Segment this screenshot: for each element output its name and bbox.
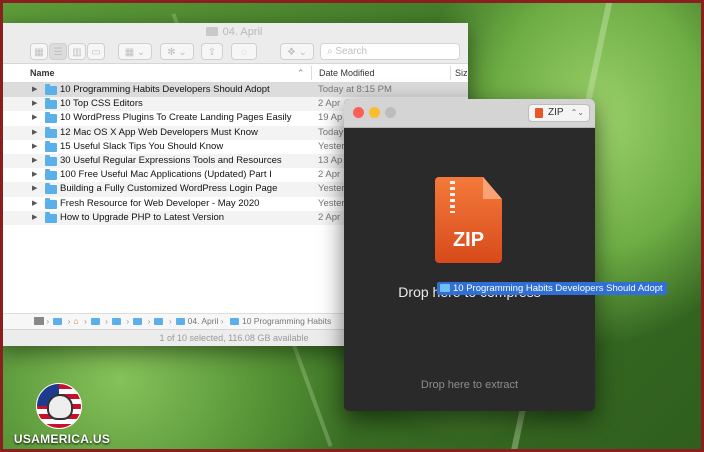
chevron-updown-icon: ⌃⌄ <box>570 108 584 117</box>
icon-view-button[interactable]: ▦ <box>30 43 48 60</box>
list-view-button[interactable]: ☰ <box>49 43 67 60</box>
finder-toolbar: ▦ ☰ ▥ ▭ ▦ ⌄ ✻ ⌄ ⇪ ◌ ❖ ⌄ ⌕ Search <box>0 41 468 64</box>
folder-icon[interactable] <box>154 318 164 325</box>
folder-icon <box>45 154 57 166</box>
folder-icon <box>45 211 57 223</box>
file-row[interactable]: ▶ 10 Programming Habits Developers Should… <box>0 83 468 98</box>
folder-icon <box>45 112 57 124</box>
disclosure-triangle-icon[interactable]: ▶ <box>32 140 37 154</box>
format-label: ZIP <box>548 107 564 118</box>
search-input[interactable]: ⌕ Search <box>320 43 460 60</box>
flag-eagle-icon <box>36 383 82 429</box>
column-divider[interactable] <box>450 66 451 80</box>
watermark-logo: USAMERICA.US <box>12 383 112 449</box>
file-date: Today at 8:15 PM <box>318 84 392 95</box>
file-name: 30 Useful Regular Expressions Tools and … <box>60 154 282 166</box>
file-name: 10 WordPress Plugins To Create Landing P… <box>60 112 292 124</box>
disclosure-triangle-icon[interactable]: ▶ <box>32 97 37 111</box>
folder-icon <box>45 197 57 209</box>
file-date: 2 Apr <box>318 169 341 181</box>
format-select[interactable]: ZIP ⌃⌄ <box>528 104 590 122</box>
folder-icon[interactable] <box>112 318 122 325</box>
disclosure-triangle-icon[interactable]: ▶ <box>32 83 37 97</box>
logo-text: USAMERICA.US <box>13 432 111 446</box>
file-name: Fresh Resource for Web Developer - May 2… <box>60 197 260 209</box>
minimize-button[interactable] <box>369 107 380 118</box>
drop-extract-zone[interactable]: Drop here to extract <box>344 379 595 391</box>
dropbox-button[interactable]: ❖ ⌄ <box>280 43 314 60</box>
folder-icon <box>229 318 239 325</box>
sort-chevron-icon: ⌃ <box>297 68 305 78</box>
zip-file-icon <box>535 108 543 118</box>
file-date: 13 Ap <box>318 154 343 166</box>
file-name: Building a Fully Customized WordPress Lo… <box>60 183 278 195</box>
zoom-button[interactable] <box>385 107 396 118</box>
folder-icon <box>175 318 185 325</box>
share-button[interactable]: ⇪ <box>201 43 223 60</box>
folder-icon <box>45 126 57 138</box>
group-button[interactable]: ▦ ⌄ <box>118 43 152 60</box>
file-date: 2 Apr <box>318 98 341 110</box>
disk-icon[interactable] <box>34 317 44 325</box>
column-view-button[interactable]: ▥ <box>68 43 86 60</box>
archiver-window[interactable]: ZIP ⌃⌄ ZIP Drop here to compress Drop he… <box>344 99 595 411</box>
path-item-current[interactable]: 10 Programming Habits <box>242 316 331 326</box>
file-name: 10 Top CSS Editors <box>60 98 143 110</box>
folder-icon <box>205 27 218 36</box>
folder-icon <box>45 98 57 110</box>
column-divider[interactable] <box>311 66 312 80</box>
folder-icon[interactable] <box>133 318 143 325</box>
disclosure-triangle-icon[interactable]: ▶ <box>32 111 37 125</box>
path-item-april[interactable]: 04. April <box>188 316 219 326</box>
zip-archive-icon: ZIP <box>435 177 502 263</box>
disclosure-triangle-icon[interactable]: ▶ <box>32 211 37 225</box>
disclosure-triangle-icon[interactable]: ▶ <box>32 154 37 168</box>
folder-icon <box>45 84 57 95</box>
dragged-item[interactable]: 10 Programming Habits Developers Should … <box>437 282 667 295</box>
folder-icon <box>45 140 57 152</box>
disclosure-triangle-icon[interactable]: ▶ <box>32 126 37 140</box>
column-name-header[interactable]: Name <box>30 68 55 78</box>
file-name: How to Upgrade PHP to Latest Version <box>60 211 225 223</box>
folder-icon <box>440 284 450 292</box>
file-date: Yester <box>318 197 345 209</box>
zipper-icon <box>450 181 455 213</box>
home-icon[interactable]: ⌂ <box>73 316 78 326</box>
file-name: 100 Free Useful Mac Applications (Update… <box>60 169 272 181</box>
disclosure-triangle-icon[interactable]: ▶ <box>32 197 37 211</box>
gallery-view-button[interactable]: ▭ <box>87 43 105 60</box>
folder-icon <box>45 183 57 195</box>
finder-title: 04. April <box>222 26 263 38</box>
file-date: 2 Apr <box>318 211 341 223</box>
file-name: 12 Mac OS X App Web Developers Must Know <box>60 126 258 138</box>
search-placeholder: Search <box>335 46 368 57</box>
file-date: Today <box>318 126 344 138</box>
column-date-header[interactable]: Date Modified <box>319 68 375 78</box>
disclosure-triangle-icon[interactable]: ▶ <box>32 182 37 196</box>
dragged-item-label: 10 Programming Habits Developers Should … <box>453 283 663 294</box>
zip-icon-label: ZIP <box>452 229 485 251</box>
column-header: Name ⌃ Date Modified Size <box>0 64 468 83</box>
folder-icon <box>45 169 57 181</box>
disclosure-triangle-icon[interactable]: ▶ <box>32 168 37 182</box>
tags-button[interactable]: ◌ <box>231 43 257 60</box>
file-date: Yester <box>318 183 345 195</box>
file-name: 10 Programming Habits Developers Should … <box>60 84 270 95</box>
column-size-header[interactable]: Size <box>455 68 468 78</box>
close-button[interactable] <box>353 107 364 118</box>
file-date: Yester <box>318 140 345 152</box>
archiver-titlebar[interactable]: ZIP ⌃⌄ <box>344 99 595 128</box>
folder-icon[interactable] <box>90 318 100 325</box>
action-gear-button[interactable]: ✻ ⌄ <box>160 43 194 60</box>
folder-icon[interactable] <box>53 318 63 325</box>
file-name: 15 Useful Slack Tips You Should Know <box>60 140 224 152</box>
finder-titlebar[interactable]: 04. April <box>0 23 468 41</box>
file-date: 19 Ap <box>318 112 343 124</box>
